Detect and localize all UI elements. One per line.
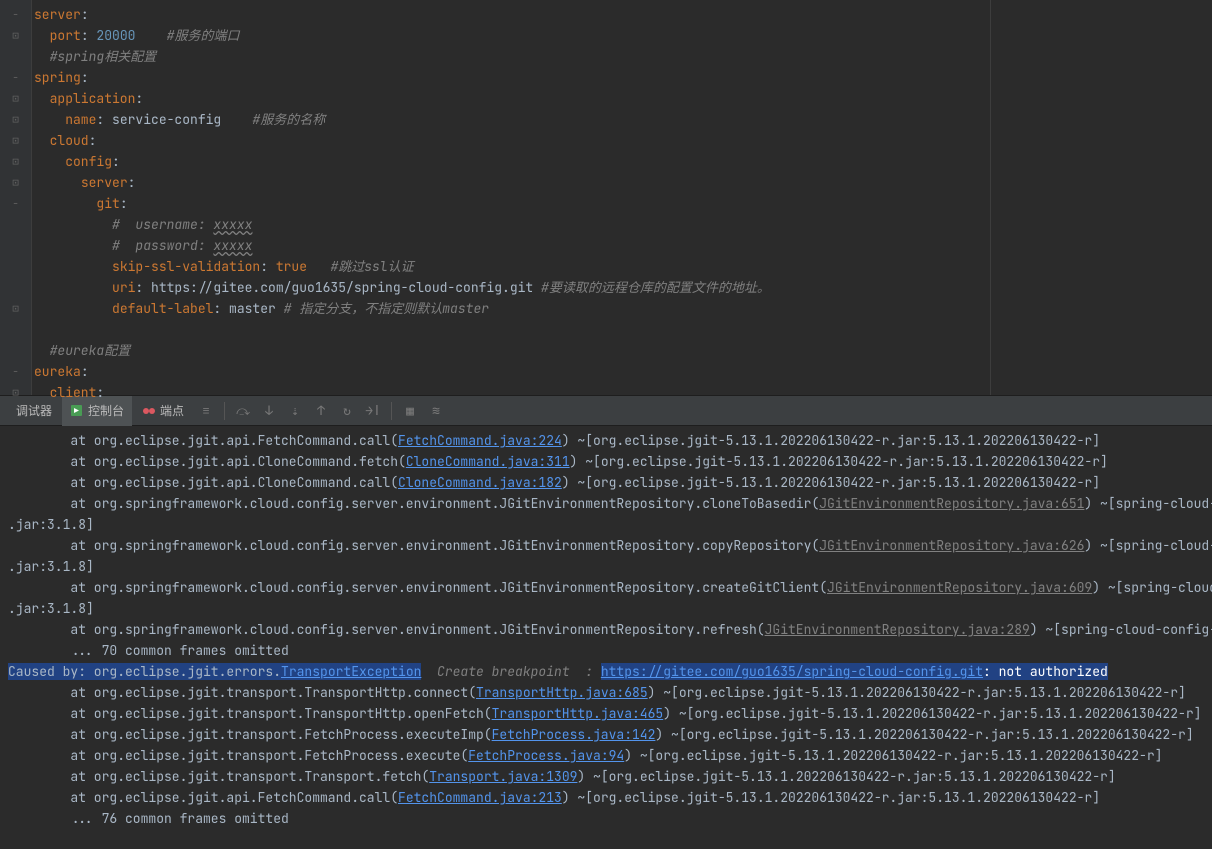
console-line: at org.eclipse.jgit.transport.TransportH… (8, 682, 1204, 703)
console-line: at org.eclipse.jgit.api.FetchCommand.cal… (8, 430, 1204, 451)
console-line: .jar:3.1.8] (8, 598, 1204, 619)
breakpoint-icon (142, 404, 155, 417)
create-breakpoint-link[interactable]: Create breakpoint : (421, 663, 600, 680)
console-line: at org.eclipse.jgit.transport.Transport.… (8, 766, 1204, 787)
code-line[interactable]: application: (34, 88, 1212, 109)
code-line[interactable] (34, 319, 1212, 340)
code-line[interactable]: eureka: (34, 361, 1212, 382)
fold-toggle-icon[interactable]: ⊡ (0, 88, 31, 109)
source-link[interactable]: CloneCommand.java:311 (406, 453, 570, 470)
source-link[interactable]: TransportHttp.java:465 (492, 705, 664, 722)
source-link[interactable]: JGitEnvironmentRepository.java:651 (819, 495, 1084, 512)
editor-area: −⊡−⊡⊡⊡⊡⊡−⊡−⊡ server: port: 20000 #服务的端口 … (0, 0, 1212, 395)
fold-toggle-icon[interactable] (0, 46, 31, 67)
console-line: .jar:3.1.8] (8, 514, 1204, 535)
fold-toggle-icon[interactable] (0, 235, 31, 256)
source-link[interactable]: FetchCommand.java:213 (398, 789, 562, 806)
console-line: Caused by: org.eclipse.jgit.errors.Trans… (8, 661, 1204, 682)
fold-toggle-icon[interactable]: − (0, 361, 31, 382)
code-line[interactable]: client: (34, 382, 1212, 403)
source-link[interactable]: FetchProcess.java:94 (468, 747, 624, 764)
exception-link[interactable]: TransportException (281, 663, 421, 680)
fold-toggle-icon[interactable] (0, 319, 31, 340)
code-line[interactable]: config: (34, 151, 1212, 172)
tab-label: 端点 (160, 402, 184, 419)
code-content[interactable]: server: port: 20000 #服务的端口 #spring相关配置sp… (32, 0, 1212, 395)
url-link[interactable]: https://gitee.com/guo1635/spring-cloud-c… (601, 663, 983, 680)
source-link[interactable]: JGitEnvironmentRepository.java:626 (819, 537, 1084, 554)
right-margin-line (990, 0, 991, 395)
source-link[interactable]: FetchCommand.java:224 (398, 432, 562, 449)
source-link[interactable]: TransportHttp.java:685 (476, 684, 648, 701)
console-line: ... 70 common frames omitted (8, 640, 1204, 661)
console-line: at org.springframework.cloud.config.serv… (8, 577, 1204, 598)
console-line: at org.eclipse.jgit.api.CloneCommand.fet… (8, 451, 1204, 472)
fold-toggle-icon[interactable]: − (0, 67, 31, 88)
console-line: at org.springframework.cloud.config.serv… (8, 493, 1204, 514)
fold-toggle-icon[interactable] (0, 256, 31, 277)
fold-gutter: −⊡−⊡⊡⊡⊡⊡−⊡−⊡ (0, 0, 32, 395)
fold-toggle-icon[interactable]: ⊡ (0, 382, 31, 403)
source-link[interactable]: Transport.java:1309 (429, 768, 577, 785)
fold-toggle-icon[interactable]: − (0, 4, 31, 25)
code-line[interactable]: # password: xxxxx (34, 235, 1212, 256)
fold-toggle-icon[interactable]: ⊡ (0, 25, 31, 46)
fold-toggle-icon[interactable] (0, 277, 31, 298)
separator (224, 402, 225, 420)
fold-toggle-icon[interactable]: ⊡ (0, 172, 31, 193)
source-link[interactable]: CloneCommand.java:182 (398, 474, 562, 491)
console-line: at org.eclipse.jgit.api.CloneCommand.cal… (8, 472, 1204, 493)
fold-toggle-icon[interactable]: ⊡ (0, 298, 31, 319)
code-line[interactable]: name: service-config #服务的名称 (34, 109, 1212, 130)
console-line: at org.eclipse.jgit.transport.FetchProce… (8, 724, 1204, 745)
code-line[interactable]: # username: xxxxx (34, 214, 1212, 235)
code-line[interactable]: spring: (34, 67, 1212, 88)
code-line[interactable]: server: (34, 172, 1212, 193)
separator (391, 402, 392, 420)
code-line[interactable]: #spring相关配置 (34, 46, 1212, 67)
tab-label: 控制台 (88, 402, 124, 419)
fold-toggle-icon[interactable] (0, 214, 31, 235)
console-line: at org.eclipse.jgit.transport.FetchProce… (8, 745, 1204, 766)
console-line: at org.eclipse.jgit.transport.TransportH… (8, 703, 1204, 724)
code-line[interactable]: cloud: (34, 130, 1212, 151)
source-link[interactable]: JGitEnvironmentRepository.java:609 (827, 579, 1092, 596)
console-output[interactable]: at org.eclipse.jgit.api.FetchCommand.cal… (0, 426, 1212, 849)
play-icon (70, 404, 83, 417)
code-line[interactable]: git: (34, 193, 1212, 214)
code-line[interactable]: uri: https://gitee.com/guo1635/spring-cl… (34, 277, 1212, 298)
bottom-panel: 调试器 控制台 端点 ≡ ⤼ ↓ ⇣ ↑ ↻ →ǀ ▦ ≋ at org.ecl… (0, 395, 1212, 849)
console-line: at org.eclipse.jgit.api.FetchCommand.cal… (8, 787, 1204, 808)
console-line: at org.springframework.cloud.config.serv… (8, 535, 1204, 556)
source-link[interactable]: FetchProcess.java:142 (492, 726, 656, 743)
console-line: .jar:3.1.8] (8, 556, 1204, 577)
code-line[interactable]: port: 20000 #服务的端口 (34, 25, 1212, 46)
console-line: at org.springframework.cloud.config.serv… (8, 619, 1204, 640)
source-link[interactable]: JGitEnvironmentRepository.java:289 (765, 621, 1030, 638)
code-line[interactable]: skip-ssl-validation: true #跳过ssl认证 (34, 256, 1212, 277)
tab-label: 调试器 (16, 402, 52, 419)
code-line[interactable]: server: (34, 4, 1212, 25)
fold-toggle-icon[interactable]: − (0, 193, 31, 214)
console-line: ... 76 common frames omitted (8, 808, 1204, 829)
code-line[interactable]: #eureka配置 (34, 340, 1212, 361)
fold-toggle-icon[interactable]: ⊡ (0, 109, 31, 130)
fold-toggle-icon[interactable]: ⊡ (0, 151, 31, 172)
fold-toggle-icon[interactable] (0, 340, 31, 361)
code-line[interactable]: default-label: master # 指定分支，不指定则默认maste… (34, 298, 1212, 319)
fold-toggle-icon[interactable]: ⊡ (0, 130, 31, 151)
